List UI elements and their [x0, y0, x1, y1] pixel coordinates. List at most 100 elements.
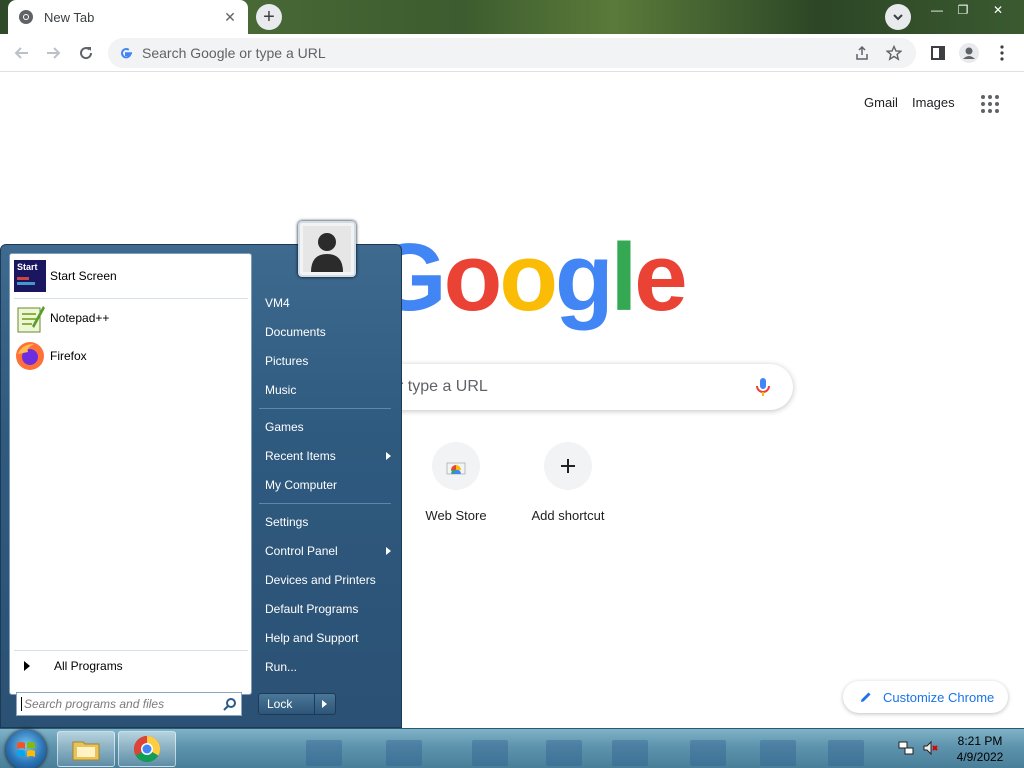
file-explorer-icon	[72, 741, 100, 761]
tab-search-button[interactable]	[885, 4, 911, 30]
shortcut-label: Add shortcut	[531, 508, 605, 523]
logo-letter: g	[554, 224, 614, 331]
start-right-settings[interactable]: Settings	[257, 509, 395, 535]
start-right-devices-printers[interactable]: Devices and Printers	[257, 567, 395, 593]
start-right-label: Games	[265, 420, 304, 434]
chrome-icon	[133, 735, 161, 763]
new-tab-button[interactable]: +	[256, 4, 282, 30]
browser-titlebar: New Tab ✕ + — ❐ ✕	[0, 0, 1024, 34]
program-label: Start Screen	[50, 269, 117, 283]
minimize-button[interactable]: —	[924, 0, 950, 20]
lock-options-arrow-icon[interactable]	[322, 700, 327, 708]
network-icon[interactable]	[898, 740, 914, 756]
start-right-label: VM4	[265, 296, 290, 310]
voice-search-icon[interactable]	[751, 375, 775, 399]
shortcut-add[interactable]: Add shortcut	[512, 442, 624, 523]
program-start-screen[interactable]: Start Start Screen	[14, 258, 248, 294]
start-right-default-programs[interactable]: Default Programs	[257, 596, 395, 622]
webstore-icon	[446, 462, 466, 475]
start-right-help-support[interactable]: Help and Support	[257, 625, 395, 651]
start-right-control-panel[interactable]: Control Panel	[257, 538, 395, 564]
logo-letter: e	[634, 224, 687, 331]
start-right-my-computer[interactable]: My Computer	[257, 472, 395, 498]
start-right-pictures[interactable]: Pictures	[257, 348, 395, 374]
chevron-down-icon	[893, 14, 903, 21]
user-avatar[interactable]	[298, 221, 356, 277]
start-right-documents[interactable]: Documents	[257, 319, 395, 345]
start-menu: Start Start Screen Notepad++ Firefox All…	[0, 221, 402, 728]
start-right-recent-items[interactable]: Recent Items	[257, 443, 395, 469]
all-programs-label: All Programs	[54, 659, 123, 673]
clock-time: 8:21 PM	[957, 734, 1003, 748]
address-bar[interactable]	[108, 38, 916, 68]
close-button[interactable]: ✕	[976, 0, 1020, 20]
restore-button[interactable]: ❐	[950, 0, 976, 20]
lock-label: Lock	[259, 694, 315, 714]
tab-close-icon[interactable]: ✕	[222, 9, 238, 26]
start-search-field[interactable]: Search programs and files	[16, 692, 242, 716]
address-input[interactable]	[142, 45, 854, 61]
program-notepadpp[interactable]: Notepad++	[14, 300, 248, 336]
shortcut-label: Web Store	[425, 508, 487, 523]
divider	[259, 408, 391, 409]
logo-letter: l	[610, 224, 638, 331]
back-arrow-icon	[14, 47, 28, 59]
start-button[interactable]	[6, 730, 46, 768]
firefox-icon	[16, 342, 44, 370]
program-firefox[interactable]: Firefox	[14, 338, 248, 374]
start-right-label: My Computer	[265, 478, 338, 492]
taskbar-background-item	[828, 740, 864, 766]
forward-arrow-icon	[47, 47, 61, 59]
reload-button[interactable]	[73, 40, 99, 66]
gmail-link[interactable]: Gmail	[864, 95, 898, 110]
logo-letter: o	[499, 224, 558, 331]
taskbar-background-item	[690, 740, 726, 766]
user-silhouette-icon	[303, 226, 351, 272]
start-right-games[interactable]: Games	[257, 414, 395, 440]
images-link[interactable]: Images	[912, 95, 955, 110]
share-icon[interactable]	[854, 45, 870, 61]
shortcut-web-store[interactable]: Web Store	[400, 442, 512, 523]
customize-chrome-button[interactable]: Customize Chrome	[843, 681, 1008, 713]
chrome-menu-button[interactable]	[989, 40, 1015, 66]
divider	[14, 298, 248, 299]
text-caret	[21, 697, 22, 711]
plus-icon	[561, 459, 575, 473]
search-icon[interactable]	[223, 697, 237, 711]
kebab-menu-icon	[1000, 45, 1004, 61]
start-right-music[interactable]: Music	[257, 377, 395, 403]
side-panel-button[interactable]	[925, 40, 951, 66]
start-right-label: Devices and Printers	[265, 573, 376, 587]
taskbar-background-item	[472, 740, 508, 766]
taskbar-chrome[interactable]	[118, 731, 176, 767]
pencil-icon	[861, 692, 871, 702]
all-programs-button[interactable]: All Programs	[14, 654, 248, 678]
start-right-vm4[interactable]: VM4	[257, 290, 395, 316]
start-right-label: Documents	[265, 325, 326, 339]
start-right-label: Recent Items	[265, 449, 336, 463]
forward-button[interactable]	[40, 40, 66, 66]
program-label: Firefox	[50, 349, 87, 363]
volume-muted-icon[interactable]	[922, 740, 938, 756]
back-button[interactable]	[9, 40, 35, 66]
tab-new-tab[interactable]: New Tab ✕	[8, 0, 248, 34]
clock-date: 4/9/2022	[956, 750, 1004, 764]
windows-logo-icon	[17, 742, 35, 757]
divider	[14, 650, 248, 651]
profile-button[interactable]	[956, 40, 982, 66]
taskbar-background-item	[546, 740, 582, 766]
system-clock[interactable]: 8:21 PM 4/9/2022	[952, 733, 1008, 765]
bookmark-star-icon[interactable]	[886, 45, 902, 61]
taskbar-file-explorer[interactable]	[57, 731, 115, 767]
start-right-run[interactable]: Run...	[257, 654, 395, 680]
submenu-arrow-icon	[386, 452, 391, 460]
lock-button[interactable]: Lock	[258, 693, 336, 715]
start-right-label: Help and Support	[265, 631, 359, 645]
google-logo: Google	[372, 228, 688, 328]
apps-grid-icon[interactable]	[980, 94, 1000, 114]
logo-letter: o	[443, 224, 503, 331]
triangle-right-icon	[24, 661, 30, 671]
taskbar-background-item	[612, 740, 648, 766]
start-right-label: Run...	[265, 660, 298, 674]
taskbar-background-item	[386, 740, 422, 766]
